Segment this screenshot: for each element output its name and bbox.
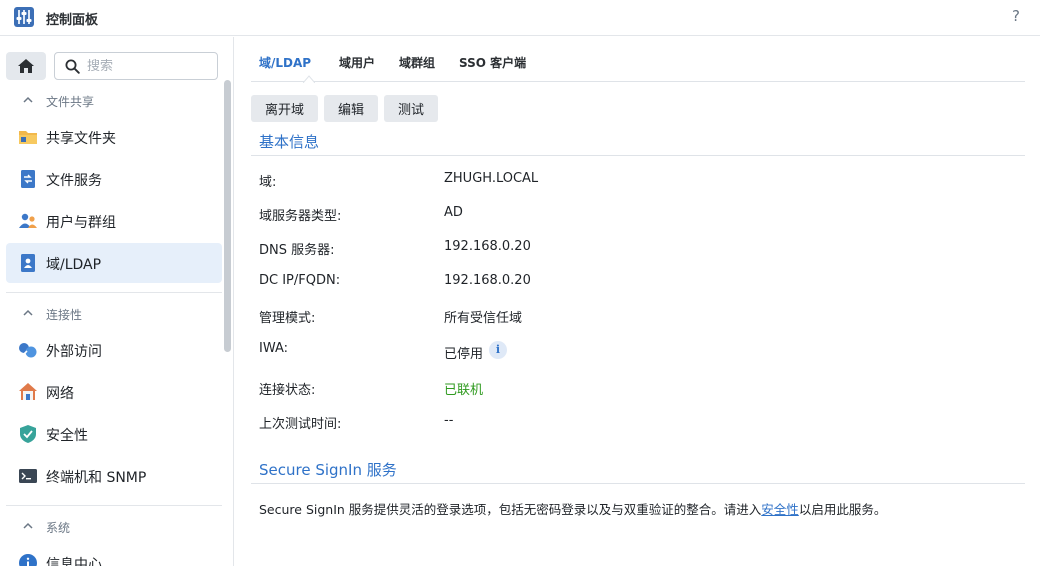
- chevron-up-icon: [23, 309, 33, 316]
- tab-domain-users[interactable]: 域用户: [339, 54, 375, 71]
- sidebar-item-label: 域/LDAP: [46, 257, 102, 273]
- sidebar-scrollbar[interactable]: [224, 80, 231, 352]
- sidebar-item-label: 终端机和 SNMP: [46, 470, 147, 486]
- folder-icon: [19, 131, 37, 144]
- sidebar-divider: [6, 292, 222, 293]
- sidebar-item-label: 安全性: [46, 428, 88, 444]
- sidebar-item-label: 外部访问: [46, 344, 102, 360]
- sidebar-item-security[interactable]: 安全性: [6, 414, 222, 454]
- description-text: 以启用此服务。: [798, 502, 887, 517]
- main-panel: 域/LDAP 域用户 域群组 SSO 客户端 离开域 编辑 测试 基本信息 域:…: [235, 37, 1040, 566]
- search-box[interactable]: [54, 52, 218, 80]
- search-input[interactable]: [87, 58, 197, 74]
- users-icon: [19, 213, 37, 228]
- info-center-icon: [19, 554, 37, 566]
- field-value-connection-status: 已联机: [444, 383, 484, 398]
- security-link[interactable]: 安全性: [761, 502, 799, 517]
- section-title-basic-info: 基本信息: [259, 133, 320, 151]
- section-divider: [251, 483, 1025, 484]
- field-label-connection-status: 连接状态:: [259, 383, 316, 398]
- sidebar-item-info-center[interactable]: 信息中心: [6, 543, 222, 566]
- field-value-dc-ip: 192.168.0.20: [444, 273, 531, 288]
- field-label-domain: 域:: [259, 175, 277, 190]
- field-value-domain: ZHUGH.LOCAL: [444, 171, 539, 186]
- sidebar-item-shared-folder[interactable]: 共享文件夹: [6, 117, 222, 157]
- section-title: 连接性: [46, 308, 83, 322]
- tab-sso-client[interactable]: SSO 客户端: [459, 54, 526, 71]
- field-label-dc-ip: DC IP/FQDN:: [259, 273, 341, 288]
- section-header-file-sharing[interactable]: 文件共享: [0, 89, 222, 113]
- sidebar-item-terminal-snmp[interactable]: 终端机和 SNMP: [6, 456, 222, 496]
- sidebar-item-external-access[interactable]: 外部访问: [6, 330, 222, 370]
- field-value-management-mode: 所有受信任域: [444, 311, 523, 326]
- description-text: Secure SignIn 服务提供灵活的登录选项，包括无密码登录以及与双重验证…: [259, 502, 762, 517]
- field-label-server-type: 域服务器类型:: [259, 209, 342, 224]
- field-label-dns-server: DNS 服务器:: [259, 243, 335, 258]
- field-value-last-test-time: --: [444, 413, 454, 428]
- network-house-icon: [19, 383, 37, 400]
- home-icon: [18, 59, 34, 73]
- tab-domain-groups[interactable]: 域群组: [399, 54, 435, 71]
- field-value-iwa: 已停用: [444, 347, 484, 362]
- control-panel-icon: [14, 7, 34, 27]
- sidebar: 文件共享 共享文件夹 文件服务 用户与群组 域/LDAP: [0, 37, 234, 566]
- sidebar-item-label: 用户与群组: [46, 215, 116, 231]
- info-icon[interactable]: i: [489, 341, 507, 359]
- sidebar-divider: [6, 505, 222, 506]
- section-title: 系统: [46, 521, 71, 535]
- leave-domain-button[interactable]: 离开域: [251, 95, 318, 122]
- domain-ldap-icon: [21, 254, 35, 272]
- help-button[interactable]: ?: [1006, 6, 1026, 26]
- field-value-dns-server: 192.168.0.20: [444, 239, 531, 254]
- sidebar-item-network[interactable]: 网络: [6, 372, 222, 412]
- sidebar-item-label: 信息中心: [46, 557, 102, 566]
- section-divider: [251, 155, 1025, 156]
- search-icon: [65, 59, 80, 74]
- section-title-secure-signin: Secure SignIn 服务: [259, 461, 397, 479]
- external-access-icon: [19, 343, 37, 358]
- sidebar-item-file-services[interactable]: 文件服务: [6, 159, 222, 199]
- field-label-last-test-time: 上次测试时间:: [259, 417, 342, 432]
- sidebar-item-label: 网络: [46, 386, 74, 402]
- section-title: 文件共享: [46, 95, 95, 109]
- sidebar-item-users-groups[interactable]: 用户与群组: [6, 201, 222, 241]
- test-button[interactable]: 测试: [384, 95, 438, 122]
- security-shield-icon: [20, 425, 36, 443]
- title-bar: 控制面板 ?: [0, 0, 1040, 36]
- section-header-connectivity[interactable]: 连接性: [0, 302, 222, 326]
- active-tab-indicator: [303, 75, 315, 83]
- secure-signin-description: Secure SignIn 服务提供灵活的登录选项，包括无密码登录以及与双重验证…: [259, 499, 886, 518]
- field-value-server-type: AD: [444, 205, 463, 220]
- section-header-system[interactable]: 系统: [0, 515, 222, 539]
- home-button[interactable]: [6, 52, 46, 80]
- chevron-up-icon: [23, 522, 33, 529]
- sidebar-item-label: 文件服务: [46, 173, 102, 189]
- terminal-icon: [19, 469, 37, 483]
- sidebar-item-domain-ldap[interactable]: 域/LDAP: [6, 243, 222, 283]
- window-title: 控制面板: [46, 13, 99, 28]
- edit-button[interactable]: 编辑: [324, 95, 378, 122]
- tab-bar: 域/LDAP 域用户 域群组 SSO 客户端: [251, 37, 1025, 83]
- chevron-up-icon: [23, 96, 33, 103]
- file-services-icon: [21, 170, 35, 188]
- tab-domain-ldap[interactable]: 域/LDAP: [259, 54, 311, 71]
- sidebar-item-label: 共享文件夹: [46, 131, 116, 147]
- field-label-iwa: IWA:: [259, 341, 289, 356]
- field-label-management-mode: 管理模式:: [259, 311, 316, 326]
